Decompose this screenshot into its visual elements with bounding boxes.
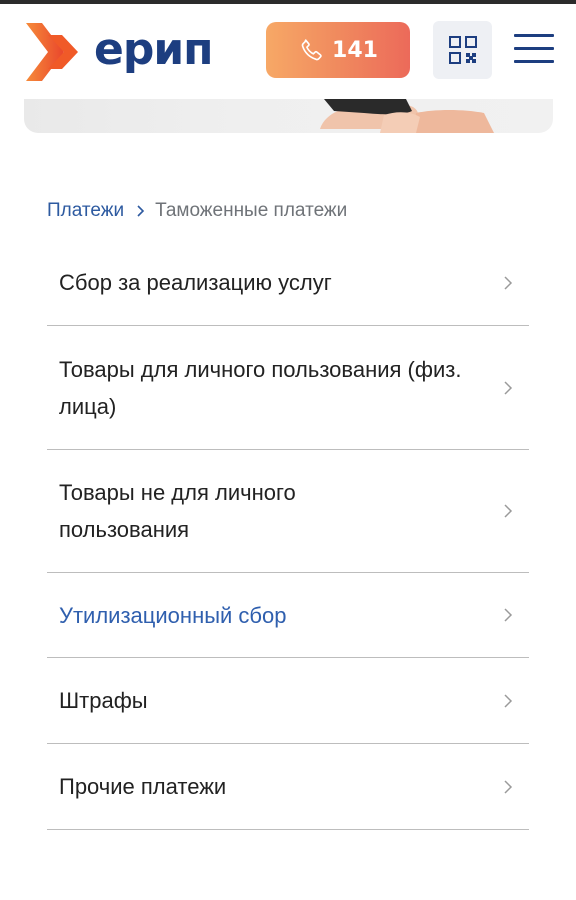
list-item-label: Утилизационный сбор: [59, 602, 287, 628]
payment-category-list: Сбор за реализацию услуг Товары для личн…: [47, 240, 529, 830]
qr-button[interactable]: [433, 21, 492, 79]
hand-with-phone-image: [320, 99, 494, 133]
list-item[interactable]: Прочие платежи: [47, 744, 529, 830]
chevron-right-icon: [504, 380, 513, 395]
hamburger-menu-icon: [514, 34, 554, 37]
list-item-label: Прочие платежи: [59, 774, 227, 799]
site-header: ерип 141: [0, 4, 576, 100]
list-item[interactable]: Товары не для личного пользования: [47, 450, 529, 573]
menu-bar-bottom: [514, 60, 554, 63]
erip-logo[interactable]: ерип: [24, 20, 214, 84]
chevron-logo-mark: [26, 23, 78, 81]
breadcrumb-current: Таможенные платежи: [155, 200, 348, 221]
list-item-active[interactable]: Утилизационный сбор: [47, 573, 529, 658]
hamburger-menu-button[interactable]: [514, 34, 556, 64]
chevron-right-icon: [504, 504, 513, 518]
chevron-right-icon: [136, 204, 145, 218]
chevron-right-icon: [504, 779, 513, 794]
list-item[interactable]: Штрафы: [47, 658, 529, 744]
chevron-right-icon: [504, 608, 513, 622]
list-item[interactable]: Сбор за реализацию услуг: [47, 240, 529, 326]
call-button[interactable]: 141: [266, 22, 410, 78]
promo-banner: [24, 99, 553, 133]
logo-text: ерип: [94, 24, 214, 75]
menu-bar-middle: [514, 47, 554, 50]
list-item-label: Сбор за реализацию услуг: [59, 270, 332, 295]
call-number: 141: [332, 37, 378, 63]
list-item-label: Товары не для личного пользования: [59, 480, 296, 542]
list-item-label: Штрафы: [59, 688, 148, 713]
phone-icon: [301, 39, 322, 61]
qr-code-icon: [448, 36, 477, 64]
breadcrumb: Платежи Таможенные платежи: [47, 196, 347, 226]
chevron-right-icon: [504, 693, 513, 708]
chevron-right-icon: [504, 275, 513, 290]
breadcrumb-link-payments[interactable]: Платежи: [47, 200, 124, 222]
list-item-label: Товары для личного пользования (физ. лиц…: [59, 356, 462, 419]
list-item[interactable]: Товары для личного пользования (физ. лиц…: [47, 326, 529, 450]
